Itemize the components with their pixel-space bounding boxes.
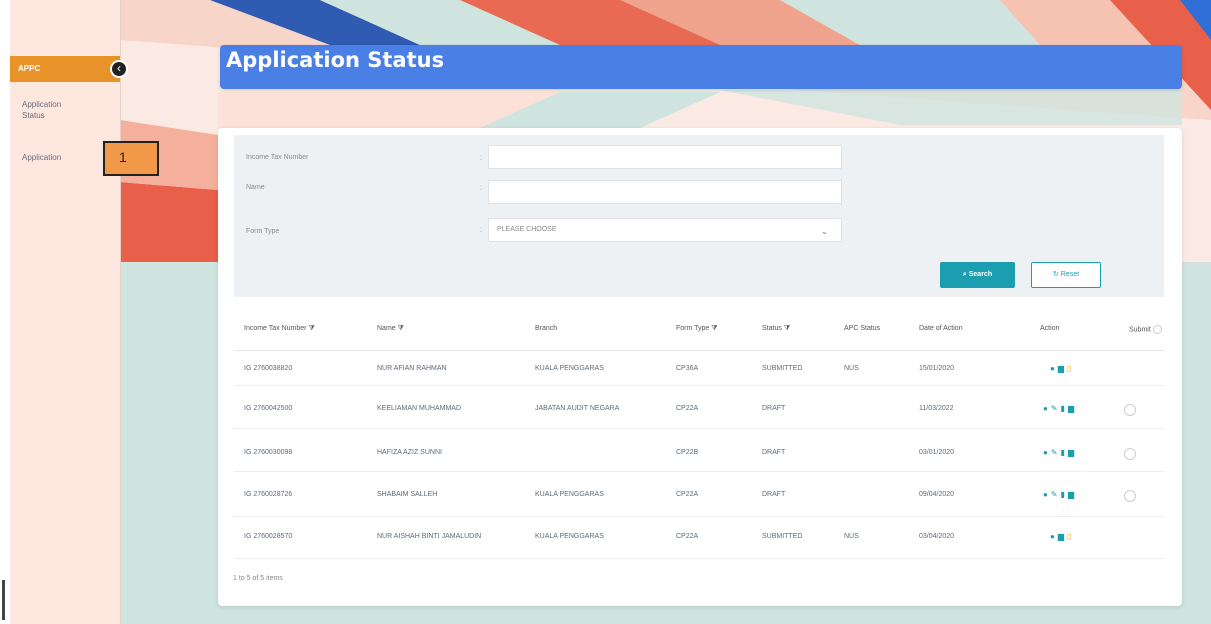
file-icon[interactable]: ▯ [1067, 364, 1074, 373]
file-icon[interactable]: ▯ [1067, 532, 1074, 541]
cell-tax-number: IG 2760028570 [244, 533, 293, 540]
cell-apc-status: NUS [844, 365, 859, 372]
column-header-form-type[interactable]: Form Type ⧩ [676, 325, 718, 333]
edit-icon[interactable]: ✎ [1051, 404, 1061, 413]
column-header-action: Action [1040, 325, 1060, 332]
print-icon[interactable]: ▆ [1058, 364, 1067, 373]
form-type-selected: PLEASE CHOOSE [497, 226, 557, 233]
cell-name: KEELIAMAN MUHAMMAD [377, 405, 462, 412]
app-root: APPC ‹ Application Status Application 1 … [0, 0, 1211, 624]
print-icon[interactable]: ▆ [1068, 490, 1077, 499]
eye-icon[interactable]: ● [1043, 490, 1051, 499]
sidebar-item-label: Status [22, 111, 45, 120]
sidebar-item-label: Application [22, 153, 62, 162]
cell-name: NUR AISHAH BINTI JAMALUDIN [377, 533, 482, 540]
filter-label-name: Name [246, 184, 265, 191]
cell-name: SHABAIM SALLEH [377, 491, 438, 498]
select-all-checkbox[interactable] [1152, 325, 1162, 334]
page-title: Application Status [226, 48, 445, 72]
tax-number-input[interactable] [488, 145, 842, 169]
cell-date: 03/01/2020 [919, 449, 955, 456]
edit-icon[interactable]: ✎ [1051, 490, 1061, 499]
eye-icon[interactable]: ● [1050, 532, 1058, 541]
cell-form-type: CP36A [676, 365, 699, 372]
name-input[interactable] [488, 180, 842, 204]
cell-branch: KUALA PENGGARAS [535, 491, 604, 498]
filter-icon: ⧩ [711, 325, 718, 332]
cell-status: SUBMITTED [762, 533, 803, 540]
filter-icon: ⧩ [397, 325, 404, 332]
delete-icon[interactable]: ▮ [1061, 404, 1068, 413]
pagination-summary: 1 to 5 of 5 items [233, 575, 283, 582]
cell-date: 09/04/2020 [919, 491, 955, 498]
cell-form-type: CP22A [676, 405, 699, 412]
row-actions: ●▆▯ [1050, 364, 1074, 373]
column-header-apc-status: APC Status [844, 325, 881, 332]
cell-status: SUBMITTED [762, 365, 803, 372]
cell-date: 03/04/2020 [919, 533, 955, 540]
print-icon[interactable]: ▆ [1068, 448, 1077, 457]
row-actions: ●✎▮▆ [1043, 448, 1077, 457]
delete-icon[interactable]: ▮ [1061, 490, 1068, 499]
search-icon: ⌕ [962, 271, 967, 278]
column-header-date: Date of Action [919, 325, 963, 332]
cell-tax-number: IG 2760042500 [244, 405, 293, 412]
cell-tax-number: IG 2760038820 [244, 365, 293, 372]
cell-branch: KUALA PENGGARAS [535, 533, 604, 540]
chevron-down-icon[interactable]: ⌄ [821, 227, 828, 236]
cell-status: DRAFT [762, 449, 786, 456]
eye-icon[interactable]: ● [1043, 404, 1051, 413]
cell-branch: JABATAN AUDIT NEGARA [535, 405, 620, 412]
cell-apc-status: NUS [844, 533, 859, 540]
reset-button[interactable]: ↻ Reset [1031, 262, 1101, 288]
column-header-name[interactable]: Name ⧩ [377, 325, 404, 333]
sidebar-item-application-status[interactable]: Application Status [22, 99, 61, 121]
form-type-select[interactable]: PLEASE CHOOSE [488, 218, 842, 242]
submit-checkbox[interactable] [1124, 448, 1136, 460]
edit-icon[interactable]: ✎ [1051, 448, 1061, 457]
column-header-tax-number[interactable]: Income Tax Number ⧩ [244, 325, 315, 333]
filter-icon: ⧩ [783, 325, 791, 332]
cell-tax-number: IG 2760030098 [244, 449, 293, 456]
cell-form-type: CP22A [676, 533, 699, 540]
cell-name: HAFIZA AZIZ SUNNI [377, 449, 442, 456]
eye-icon[interactable]: ● [1043, 448, 1051, 457]
reset-button-label: Reset [1060, 271, 1080, 278]
row-actions: ●✎▮▆ [1043, 490, 1077, 499]
row-actions: ●✎▮▆ [1043, 404, 1077, 413]
cell-date: 11/03/2022 [919, 405, 954, 412]
cell-tax-number: IG 2760028726 [244, 491, 293, 498]
sidebar-header-label: APPC [18, 64, 41, 73]
filter-label-tax-number: Income Tax Number [246, 154, 309, 161]
cell-branch: KUALA PENGGARAS [535, 365, 604, 372]
sidebar [10, 0, 121, 624]
filter-icon: ⧩ [308, 325, 315, 332]
sidebar-item-application[interactable]: Application [22, 152, 61, 163]
print-icon[interactable]: ▆ [1058, 532, 1067, 541]
cell-date: 15/01/2020 [919, 365, 955, 372]
print-icon[interactable]: ▆ [1068, 404, 1077, 413]
annotation-callout: 1 [103, 141, 159, 176]
cell-status: DRAFT [762, 405, 786, 412]
column-header-status[interactable]: Status ⧩ [762, 325, 790, 333]
row-actions: ●▆▯ [1050, 532, 1074, 541]
search-button[interactable]: ⌕ Search [940, 262, 1015, 288]
sidebar-collapse-icon[interactable]: ‹ [110, 60, 128, 78]
submit-checkbox[interactable] [1124, 490, 1136, 502]
column-header-branch: Branch [535, 325, 558, 332]
sidebar-item-label: Application [22, 100, 62, 109]
cell-form-type: CP22B [676, 449, 699, 456]
cell-form-type: CP22A [676, 491, 699, 498]
cell-status: DRAFT [762, 491, 786, 498]
eye-icon[interactable]: ● [1050, 364, 1058, 373]
cell-name: NUR AFIAN RAHMAN [377, 365, 447, 372]
column-header-submit: Submit [1129, 325, 1162, 334]
submit-checkbox[interactable] [1124, 404, 1136, 416]
filter-label-form-type: Form Type [246, 228, 280, 235]
delete-icon[interactable]: ▮ [1061, 448, 1068, 457]
search-button-label: Search [968, 271, 993, 278]
reset-icon: ↻ [1052, 271, 1059, 278]
